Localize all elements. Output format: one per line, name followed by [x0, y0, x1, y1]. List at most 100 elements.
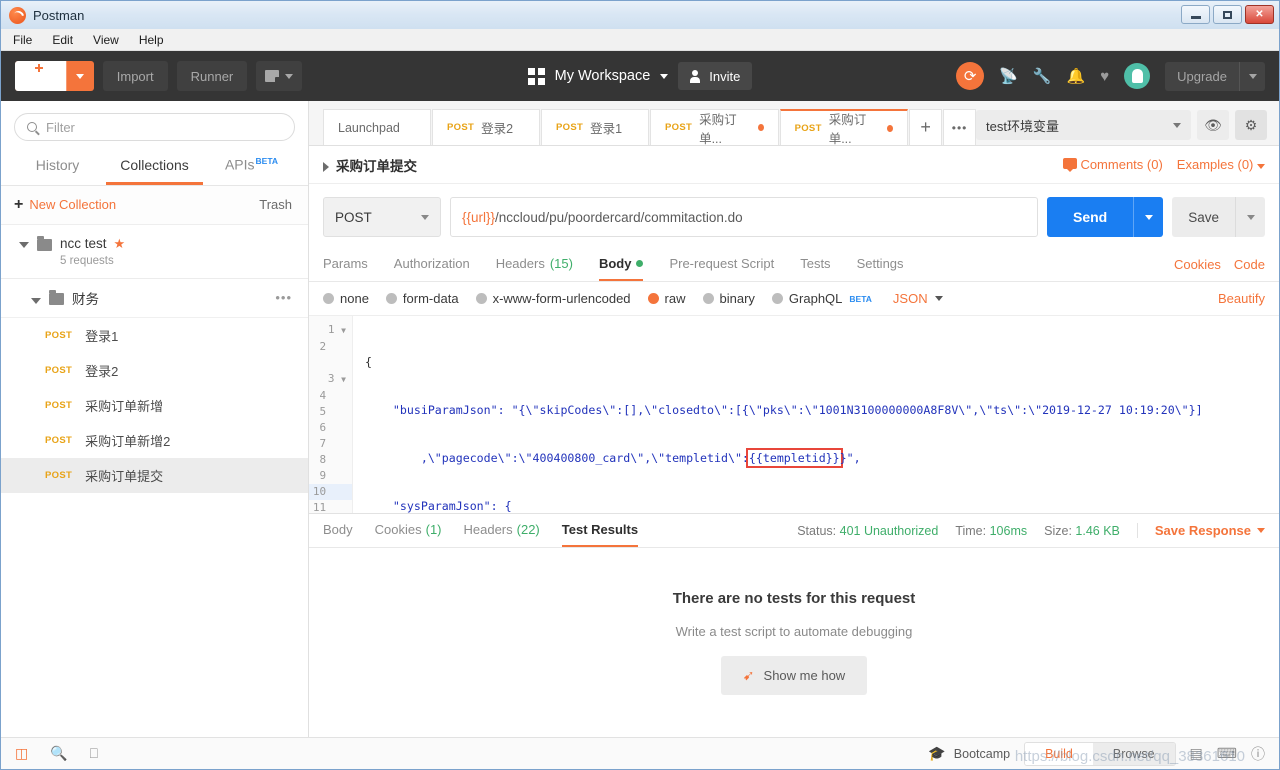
radio-icon — [385, 293, 397, 304]
trash-button[interactable]: Trash — [259, 197, 292, 212]
list-item[interactable]: POST 登录2 — [1, 353, 308, 388]
save-response-button[interactable]: Save Response — [1136, 523, 1265, 538]
wrench-icon[interactable]: 🔧 — [1033, 67, 1052, 85]
new-button[interactable]: New — [15, 61, 94, 91]
browse-toggle[interactable]: Browse — [1092, 742, 1175, 765]
response-tab-test-results[interactable]: Test Results — [561, 514, 639, 547]
url-input[interactable]: {{url}}/nccloud/pu/poordercard/commitact… — [450, 197, 1038, 237]
chevron-down-icon[interactable] — [660, 73, 669, 79]
star-icon[interactable]: ★ — [114, 236, 126, 252]
workspace-name[interactable]: My Workspace — [555, 68, 651, 84]
satellite-icon[interactable]: 📡 — [999, 67, 1018, 85]
menu-file[interactable]: File — [13, 33, 32, 47]
chevron-down-icon[interactable] — [31, 297, 41, 304]
close-button[interactable]: ✕ — [1245, 5, 1274, 24]
bell-icon[interactable]: 🔔 — [1067, 67, 1086, 85]
body-mode-raw[interactable]: raw — [647, 291, 686, 306]
tab-more-button[interactable]: ••• — [943, 109, 976, 145]
tab-order-3[interactable]: POST 采购订单... — [650, 109, 779, 146]
runner-button[interactable]: Runner — [176, 61, 248, 91]
tab-pre-request-script[interactable]: Pre-request Script — [669, 248, 774, 281]
menu-edit[interactable]: Edit — [52, 33, 73, 47]
tab-denglu1[interactable]: POST 登录1 — [541, 109, 649, 145]
collection-ncc-test[interactable]: ncc test ★ 5 requests — [1, 225, 308, 279]
eye-icon[interactable]: 👁 — [1197, 110, 1229, 140]
heart-icon[interactable]: ♥ — [1100, 68, 1109, 85]
tab-body[interactable]: Body — [598, 248, 644, 281]
invite-button[interactable]: Invite — [678, 62, 753, 90]
sidebar-tab-history[interactable]: History — [9, 152, 106, 185]
show-me-how-label: Show me how — [763, 668, 846, 683]
request-method: POST — [45, 329, 73, 341]
folder-caiwu[interactable]: 财务 ••• — [1, 279, 308, 318]
menu-help[interactable]: Help — [139, 33, 164, 47]
console-icon[interactable]: ⎕ — [90, 745, 98, 762]
request-tabstrip: Launchpad POST 登录2 POST 登录1 POST 采购订单...… — [309, 101, 1279, 146]
body-mode-urlencoded[interactable]: x-www-form-urlencoded — [475, 291, 631, 306]
import-button[interactable]: Import — [102, 61, 168, 91]
chevron-down-icon[interactable] — [19, 241, 29, 248]
list-item[interactable]: POST 登录1 — [1, 318, 308, 353]
body-mode-form-data[interactable]: form-data — [385, 291, 459, 306]
body-mode-label: raw — [664, 291, 686, 306]
add-tab-button[interactable]: + — [909, 109, 943, 145]
beautify-button[interactable]: Beautify — [1218, 291, 1265, 306]
editor-code[interactable]: { "busiParamJson": "{\"skipCodes\":[],\"… — [353, 316, 1279, 513]
tab-tests[interactable]: Tests — [800, 248, 830, 281]
keyboard-icon[interactable]: ⌨ — [1217, 745, 1237, 762]
tab-headers[interactable]: Headers (15) — [496, 248, 573, 281]
tab-params[interactable]: Params — [323, 248, 368, 281]
list-item[interactable]: POST 采购订单新增 — [1, 388, 308, 423]
tab-denglu2[interactable]: POST 登录2 — [432, 109, 540, 145]
show-me-how-button[interactable]: ➹ Show me how — [720, 656, 868, 695]
tab-authorization[interactable]: Authorization — [394, 248, 470, 281]
environment-select[interactable]: test环境变量 — [976, 110, 1191, 140]
sidebar-toggle-icon[interactable]: ◫ — [15, 745, 28, 762]
window-controls: ✕ — [1181, 5, 1274, 24]
maximize-button[interactable] — [1213, 5, 1242, 24]
list-item-selected[interactable]: POST 采购订单提交 — [1, 457, 308, 493]
build-toggle[interactable]: Build — [1025, 742, 1093, 765]
body-code-editor[interactable]: 1 ▼ 2 3 ▼ 4 5 6 7 8 9 10 11 {"busiParam… — [309, 316, 1279, 514]
body-mode-graphql[interactable]: GraphQL BETA — [771, 291, 872, 306]
ellipsis-icon[interactable]: ••• — [275, 290, 292, 305]
body-mode-binary[interactable]: binary — [702, 291, 755, 306]
filter-box[interactable] — [14, 113, 295, 141]
tab-method: POST — [556, 122, 584, 133]
method-select[interactable]: POST — [323, 197, 441, 237]
save-button[interactable]: Save — [1172, 197, 1265, 237]
list-item[interactable]: POST 采购订单新增2 — [1, 423, 308, 458]
avatar-icon[interactable] — [1124, 63, 1151, 89]
tab-order-4-active[interactable]: POST 采购订单... — [779, 109, 909, 146]
examples-button[interactable]: Examples (0) — [1177, 157, 1265, 172]
body-mode-none[interactable]: none — [323, 291, 369, 306]
response-tab-headers[interactable]: Headers (22) — [464, 514, 540, 547]
sidebar-tab-collections[interactable]: Collections — [106, 152, 203, 185]
gear-icon[interactable]: ⚙ — [1235, 110, 1267, 140]
upgrade-button[interactable]: Upgrade — [1165, 61, 1265, 91]
new-collection-button[interactable]: + New Collection — [14, 196, 116, 213]
response-tab-cookies[interactable]: Cookies (1) — [375, 514, 442, 547]
code-link[interactable]: Code — [1234, 257, 1265, 272]
main-panel: Launchpad POST 登录2 POST 登录1 POST 采购订单...… — [309, 101, 1279, 737]
new-button-caret[interactable] — [65, 61, 94, 91]
tab-settings[interactable]: Settings — [857, 248, 904, 281]
help-icon[interactable]: ⓘ — [1251, 744, 1265, 764]
response-tab-body[interactable]: Body — [323, 514, 353, 547]
two-pane-icon[interactable]: ▤ — [1190, 745, 1203, 762]
send-button[interactable]: Send — [1046, 197, 1164, 237]
sidebar-tab-apis[interactable]: APIsBETA — [203, 151, 300, 185]
comments-button[interactable]: Comments (0) — [1062, 157, 1163, 172]
search-icon[interactable]: 🔍 — [50, 745, 67, 762]
tab-launchpad[interactable]: Launchpad — [323, 109, 431, 145]
editor-gutter: 1 ▼ 2 3 ▼ 4 5 6 7 8 9 10 11 — [309, 316, 353, 513]
body-format-select[interactable]: JSON — [893, 291, 943, 306]
bootcamp-button[interactable]: 🎓 Bootcamp — [928, 745, 1010, 762]
new-window-button[interactable] — [256, 61, 303, 91]
menu-view[interactable]: View — [93, 33, 119, 47]
sync-icon[interactable]: ⟳ — [956, 62, 985, 90]
cookies-link[interactable]: Cookies — [1174, 257, 1221, 272]
filter-input[interactable] — [46, 119, 282, 135]
chevron-right-icon[interactable] — [323, 161, 329, 172]
minimize-button[interactable] — [1181, 5, 1210, 24]
